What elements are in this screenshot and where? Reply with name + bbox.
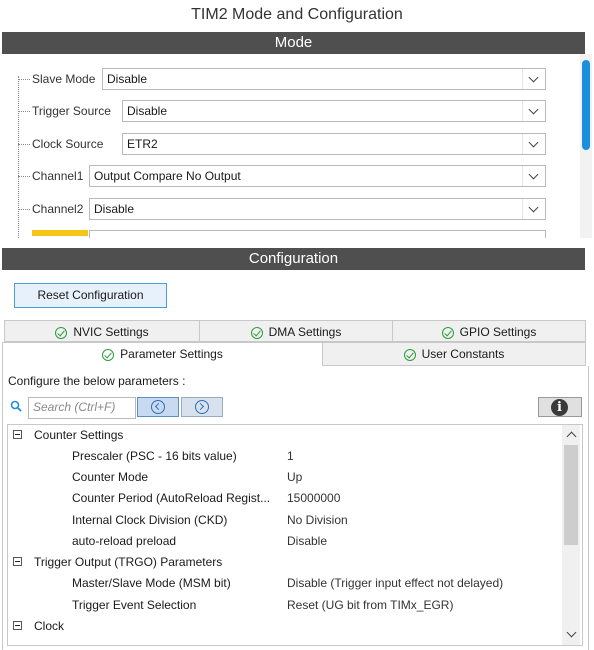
- channel3-select[interactable]: [89, 230, 546, 238]
- check-circle-icon: [441, 327, 454, 339]
- table-row[interactable]: Counter Period (AutoReload Regist... 150…: [8, 488, 564, 509]
- tab-label: NVIC Settings: [73, 325, 149, 339]
- scrollbar-thumb[interactable]: [582, 60, 590, 150]
- slave-mode-value: Disable: [107, 72, 148, 86]
- channel1-select[interactable]: Output Compare No Output: [89, 165, 546, 187]
- param-value[interactable]: No Division: [287, 510, 348, 531]
- configure-hint: Configure the below parameters :: [8, 374, 186, 388]
- slave-mode-select[interactable]: Disable: [102, 68, 546, 90]
- slave-mode-label: Slave Mode: [32, 72, 96, 86]
- next-result-button[interactable]: [181, 397, 223, 417]
- table-scrollbar[interactable]: [562, 425, 580, 645]
- tab-label: User Constants: [421, 347, 505, 361]
- collapse-icon[interactable]: [13, 430, 22, 439]
- search-icon: [10, 400, 22, 412]
- tab-label: Parameter Settings: [120, 347, 223, 361]
- previous-result-button[interactable]: [137, 397, 179, 417]
- param-name: Counter Mode: [72, 470, 149, 484]
- tab-dma-settings[interactable]: DMA Settings: [199, 320, 393, 342]
- channel3-row-partial: [2, 230, 548, 238]
- collapse-icon[interactable]: [13, 621, 22, 630]
- trigger-source-label: Trigger Source: [32, 104, 111, 118]
- collapse-icon[interactable]: [13, 557, 22, 566]
- channel2-row: Channel2 Disable: [2, 198, 548, 220]
- param-name: Counter Period (AutoReload Regist...: [72, 491, 271, 505]
- clock-source-label: Clock Source: [32, 137, 104, 151]
- info-icon: i: [551, 399, 568, 416]
- slave-mode-row: Slave Mode Disable: [2, 68, 548, 90]
- parameter-table: Counter Settings Prescaler (PSC - 16 bit…: [7, 424, 583, 646]
- group-row[interactable]: Trigger Output (TRGO) Parameters: [8, 552, 564, 573]
- clock-source-value: ETR2: [127, 137, 158, 151]
- table-row[interactable]: auto-reload preload Disable: [8, 531, 564, 552]
- trigger-source-value: Disable: [127, 104, 168, 118]
- window-title: TIM2 Mode and Configuration: [191, 6, 403, 23]
- group-name: Clock: [34, 619, 65, 633]
- param-name: auto-reload preload: [72, 534, 177, 548]
- mode-panel: Slave Mode Disable Trigger Source Disabl…: [2, 54, 578, 238]
- check-circle-icon: [55, 327, 68, 339]
- chevron-down-icon: [528, 169, 539, 180]
- chevron-down-icon: [528, 202, 539, 213]
- chevron-left-icon: [151, 400, 165, 414]
- table-row[interactable]: Internal Clock Division (CKD) No Divisio…: [8, 510, 564, 531]
- param-value[interactable]: Disable: [287, 531, 327, 552]
- check-circle-icon: [102, 349, 115, 361]
- search-input[interactable]: [29, 398, 137, 416]
- param-value[interactable]: 1: [287, 446, 294, 467]
- chevron-down-icon: [528, 104, 539, 115]
- check-circle-icon: [250, 327, 263, 339]
- configuration-header: Configuration: [2, 248, 585, 270]
- info-button[interactable]: i: [538, 397, 582, 417]
- tab-gpio-settings[interactable]: GPIO Settings: [392, 320, 586, 342]
- table-row[interactable]: Trigger Event Selection Reset (UG bit fr…: [8, 595, 564, 616]
- param-value[interactable]: Reset (UG bit from TIMx_EGR): [287, 595, 453, 616]
- group-name: Trigger Output (TRGO) Parameters: [34, 555, 223, 569]
- channel2-value: Disable: [94, 202, 135, 216]
- scroll-up-icon[interactable]: [565, 428, 577, 442]
- chevron-down-icon: [528, 72, 539, 83]
- reset-configuration-button[interactable]: Reset Configuration: [14, 283, 167, 308]
- channel1-label: Channel1: [32, 169, 84, 183]
- scroll-down-icon[interactable]: [565, 627, 577, 640]
- param-name: Master/Slave Mode (MSM bit): [72, 576, 231, 590]
- highlight-label: [32, 230, 88, 236]
- param-value[interactable]: Up: [287, 467, 302, 488]
- channel1-row: Channel1 Output Compare No Output: [2, 165, 548, 187]
- mode-scrollbar[interactable]: [580, 54, 592, 238]
- tab-user-constants[interactable]: User Constants: [322, 342, 586, 366]
- param-value[interactable]: 15000000: [287, 488, 340, 509]
- tab-label: DMA Settings: [268, 325, 342, 339]
- tab-nvic-settings[interactable]: NVIC Settings: [4, 320, 200, 342]
- table-row[interactable]: Master/Slave Mode (MSM bit) Disable (Tri…: [8, 573, 564, 594]
- clock-source-select[interactable]: ETR2: [122, 133, 546, 155]
- group-row[interactable]: Counter Settings: [8, 425, 564, 446]
- channel2-label: Channel2: [32, 202, 84, 216]
- param-name: Internal Clock Division (CKD): [72, 513, 228, 527]
- scrollbar-thumb[interactable]: [564, 445, 578, 545]
- tab-label: GPIO Settings: [459, 325, 537, 339]
- check-circle-icon: [403, 349, 416, 361]
- clock-source-row: Clock Source ETR2: [2, 133, 548, 155]
- param-value[interactable]: Disable (Trigger input effect not delaye…: [287, 573, 503, 594]
- channel2-select[interactable]: Disable: [89, 198, 546, 220]
- param-name: Prescaler (PSC - 16 bits value): [72, 449, 237, 463]
- group-row[interactable]: Clock: [8, 616, 564, 637]
- chevron-down-icon: [528, 137, 539, 148]
- tab-parameter-settings[interactable]: Parameter Settings: [2, 342, 323, 366]
- channel1-value: Output Compare No Output: [94, 169, 241, 183]
- param-name: Trigger Event Selection: [72, 598, 197, 612]
- search-field[interactable]: [28, 397, 137, 419]
- group-name: Counter Settings: [34, 428, 124, 442]
- trigger-source-select[interactable]: Disable: [122, 100, 546, 122]
- chevron-right-icon: [195, 400, 209, 414]
- mode-header: Mode: [2, 32, 585, 54]
- table-row[interactable]: Prescaler (PSC - 16 bits value) 1: [8, 446, 564, 467]
- table-row[interactable]: Counter Mode Up: [8, 467, 564, 488]
- trigger-source-row: Trigger Source Disable: [2, 100, 548, 122]
